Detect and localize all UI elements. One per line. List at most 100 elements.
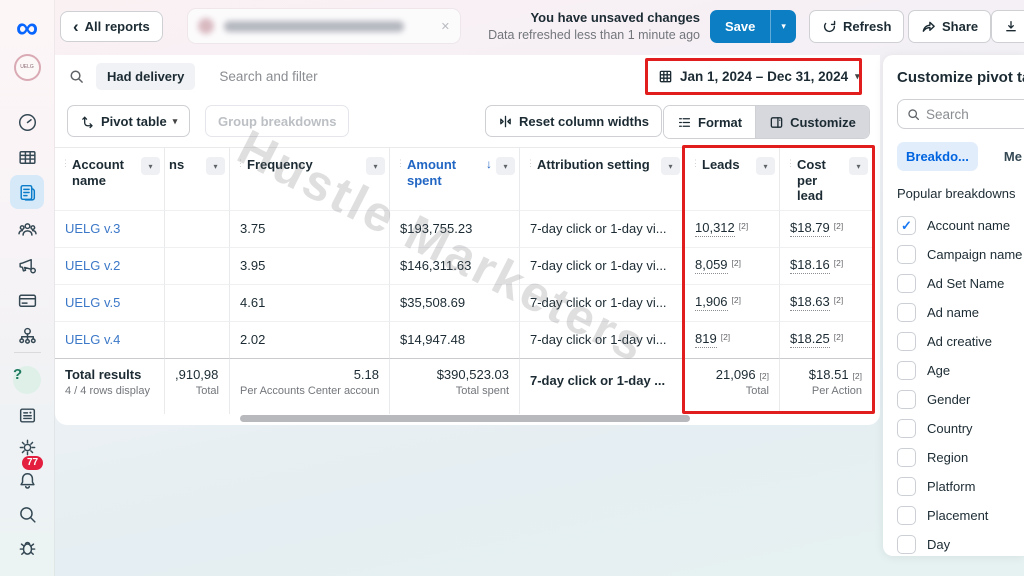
breakdown-item[interactable]: Platform: [897, 472, 1024, 501]
checkbox[interactable]: [897, 477, 916, 496]
totals-frequency-cell: 5.18 Per Accounts Center account: [230, 358, 390, 414]
cell-account-name-link[interactable]: UELG v.4: [55, 321, 165, 358]
checkbox[interactable]: [897, 506, 916, 525]
reports-icon-active[interactable]: [10, 175, 44, 209]
cell-account-name-link[interactable]: UELG v.3: [55, 210, 165, 247]
cell-impressions-truncated: [165, 284, 230, 321]
header-caret-icon[interactable]: ▾: [366, 157, 385, 175]
breakdown-item[interactable]: Day: [897, 530, 1024, 556]
cell-amount-spent: $14,947.48: [390, 321, 520, 358]
totals-impressions: ,910,986: [175, 367, 219, 382]
clear-report-name-icon[interactable]: ✕: [441, 20, 450, 33]
totals-rows-displayed: 4 / 4 rows display: [65, 385, 154, 397]
panel-search-input[interactable]: [926, 107, 1016, 122]
popular-breakdowns-heading: Popular breakdowns: [897, 186, 1024, 201]
breakdown-item[interactable]: Region: [897, 443, 1024, 472]
notification-badge: 77: [22, 456, 43, 470]
breakdown-item[interactable]: Ad name: [897, 298, 1024, 327]
group-breakdowns-label: Group breakdowns: [218, 114, 336, 129]
save-button[interactable]: Save: [710, 10, 770, 43]
header-label: ns: [169, 157, 184, 173]
data-refreshed-text: Data refreshed less than 1 minute ago: [478, 27, 700, 44]
pivot-table-dropdown[interactable]: Pivot table ▾: [67, 105, 190, 137]
dashboard-icon[interactable]: [10, 105, 44, 139]
drag-handle-icon: ⋮: [526, 159, 534, 169]
checkbox[interactable]: [897, 390, 916, 409]
report-name-redacted: [224, 21, 404, 32]
report-name-input[interactable]: ✕: [188, 9, 460, 43]
column-header-attribution-setting[interactable]: ⋮ Attribution setting ▾: [520, 147, 685, 210]
horizontal-scrollbar[interactable]: [240, 415, 690, 422]
checkbox[interactable]: ✓: [897, 216, 916, 235]
breakdown-item[interactable]: Age: [897, 356, 1024, 385]
checkbox[interactable]: [897, 274, 916, 293]
cell-impressions-truncated: [165, 210, 230, 247]
breakdown-item[interactable]: Ad Set Name: [897, 269, 1024, 298]
breakdown-item[interactable]: ✓ Account name: [897, 211, 1024, 240]
totals-label-cell: Total results 4 / 4 rows display: [55, 358, 165, 414]
header-caret-icon[interactable]: ▾: [661, 157, 680, 175]
format-button[interactable]: Format: [664, 106, 755, 138]
breakdown-item[interactable]: Ad creative: [897, 327, 1024, 356]
all-reports-button[interactable]: ‹ All reports: [60, 11, 163, 42]
checkbox[interactable]: [897, 448, 916, 467]
account-avatar[interactable]: UELG: [10, 50, 44, 84]
ads-manager-icon[interactable]: [10, 248, 44, 282]
updates-icon[interactable]: [10, 398, 44, 432]
tables-icon[interactable]: [10, 140, 44, 174]
reset-widths-label: Reset column widths: [519, 114, 649, 129]
header-label: Account name: [72, 157, 141, 188]
column-header-amount-spent-sorted[interactable]: ⋮ Amount spent ↓ ▾: [390, 147, 520, 210]
breakdown-item[interactable]: Country: [897, 414, 1024, 443]
group-breakdowns-button[interactable]: Group breakdowns: [205, 105, 349, 137]
checkbox[interactable]: [897, 332, 916, 351]
report-bug-icon[interactable]: [10, 530, 44, 564]
header-label: Frequency: [247, 157, 313, 173]
table-toolbar: Pivot table ▾ Group breakdowns Reset col…: [55, 105, 880, 141]
cell-amount-spent: $35,508.69: [390, 284, 520, 321]
column-header-account-name[interactable]: ⋮ Account name ▾: [55, 147, 165, 210]
tab-breakdowns[interactable]: Breakdo...: [897, 142, 978, 171]
notifications-bell-icon[interactable]: 77: [10, 463, 44, 497]
checkbox[interactable]: [897, 361, 916, 380]
totals-frequency: 5.18: [240, 367, 379, 382]
checkbox[interactable]: [897, 245, 916, 264]
refresh-button[interactable]: Refresh: [809, 10, 904, 43]
column-header-frequency[interactable]: ⋮ Frequency ▾: [230, 147, 390, 210]
pivot-icon: [80, 114, 95, 129]
checkbox[interactable]: [897, 303, 916, 322]
header-caret-icon[interactable]: ▾: [206, 157, 225, 175]
caret-down-icon: ▾: [173, 116, 178, 127]
business-structure-icon[interactable]: [10, 318, 44, 352]
cell-account-name-link[interactable]: UELG v.5: [55, 284, 165, 321]
share-label: Share: [942, 19, 978, 34]
column-header-impressions-truncated[interactable]: ns ▾: [165, 147, 230, 210]
audiences-icon[interactable]: [10, 212, 44, 246]
header-caret-icon[interactable]: ▾: [141, 157, 160, 175]
breakdown-item[interactable]: Placement: [897, 501, 1024, 530]
checkbox[interactable]: [897, 535, 916, 554]
billing-icon[interactable]: [10, 283, 44, 317]
meta-logo-icon[interactable]: ∞: [10, 10, 44, 44]
panel-search-box[interactable]: [897, 99, 1024, 129]
cell-attribution-setting: 7-day click or 1-day vi...: [520, 284, 685, 321]
sidebar-search-icon[interactable]: [10, 497, 44, 531]
header-caret-icon[interactable]: ▾: [496, 157, 515, 175]
breakdown-item[interactable]: Campaign name: [897, 240, 1024, 269]
search-icon: [907, 108, 920, 121]
customize-button-active[interactable]: Customize: [755, 106, 869, 138]
breakdown-label: Ad Set Name: [927, 276, 1004, 291]
cell-impressions-truncated: [165, 321, 230, 358]
export-button[interactable]: [991, 10, 1024, 43]
checkbox[interactable]: [897, 419, 916, 438]
help-icon[interactable]: ?: [10, 363, 44, 397]
reset-column-widths-button[interactable]: Reset column widths: [485, 105, 662, 137]
had-delivery-chip[interactable]: Had delivery: [96, 63, 195, 90]
drag-handle-icon: ⋮: [396, 159, 404, 169]
cell-frequency: 4.61: [230, 284, 390, 321]
share-button[interactable]: Share: [908, 10, 991, 43]
breakdown-item[interactable]: Gender: [897, 385, 1024, 414]
tab-metrics[interactable]: Me: [1004, 149, 1022, 164]
save-options-caret[interactable]: ▾: [770, 10, 796, 43]
cell-account-name-link[interactable]: UELG v.2: [55, 247, 165, 284]
